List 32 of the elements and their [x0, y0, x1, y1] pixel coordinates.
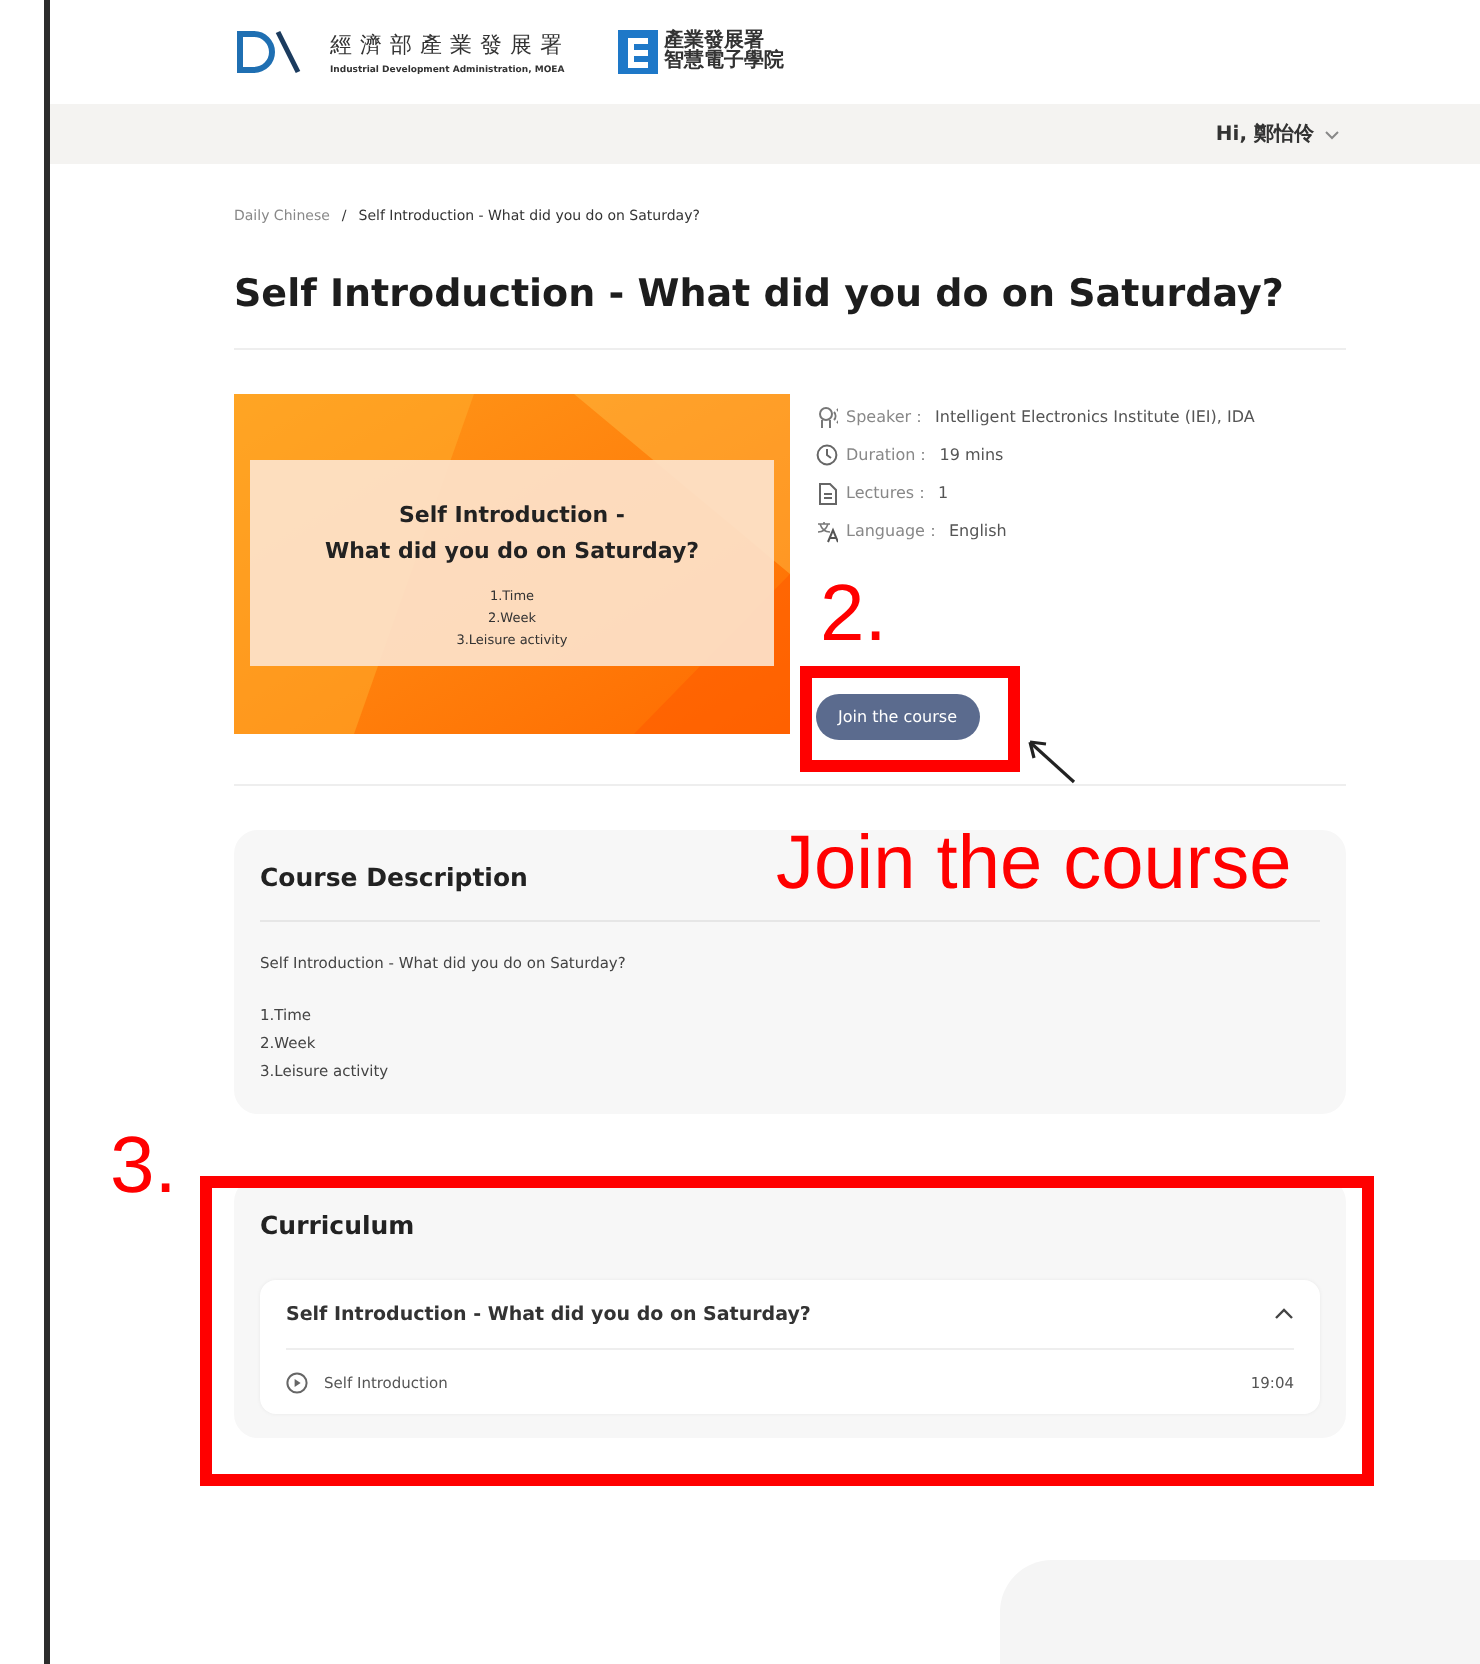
- agency-name: 經濟部產業發展署: [330, 29, 570, 59]
- clock-icon: [816, 443, 838, 467]
- section-heading: Curriculum: [260, 1210, 415, 1240]
- section-heading: Course Description: [260, 862, 528, 892]
- meta-value: Intelligent Electronics Institute (IEI), IDA: [935, 408, 1255, 426]
- meta-label: Lectures：: [846, 482, 931, 504]
- join-course-button[interactable]: Join the course: [816, 694, 980, 740]
- meta-value: English: [948, 522, 1007, 540]
- step-number: 2.: [820, 574, 887, 654]
- meta-label: Duration：: [846, 444, 932, 466]
- document-icon: [816, 481, 838, 505]
- chevron-down-icon: [1324, 129, 1340, 139]
- academy-name: 智慧電子學院: [664, 52, 784, 72]
- section-title[interactable]: Self Introduction - What did you do on Saturday?: [286, 1303, 811, 1325]
- speaker-icon: [816, 405, 838, 429]
- step-number: 3.: [110, 1126, 177, 1206]
- meta-label: Speaker：: [846, 406, 928, 428]
- course-title: Self Introduction - What did you do on Saturday?: [234, 272, 1286, 316]
- translate-icon: [816, 519, 838, 543]
- callout-label: Join the course: [776, 826, 1292, 902]
- meta-value: 1: [938, 484, 949, 502]
- chevron-up-icon[interactable]: [1274, 1308, 1294, 1320]
- meta-value: 19 mins: [939, 446, 1004, 464]
- pointer-arrow: [1024, 736, 1078, 786]
- meta-label: Language：: [846, 520, 941, 542]
- play-icon: [286, 1371, 308, 1393]
- agency-logo-icon: [234, 26, 302, 78]
- slide-title: Self Introduction -: [399, 502, 625, 528]
- slide-title: What did you do on Saturday?: [324, 538, 700, 564]
- academy-name: 產業發展署: [664, 32, 764, 52]
- academy-logo-icon: [618, 30, 658, 74]
- user-menu[interactable]: Hi, 鄭怡伶: [1215, 120, 1340, 148]
